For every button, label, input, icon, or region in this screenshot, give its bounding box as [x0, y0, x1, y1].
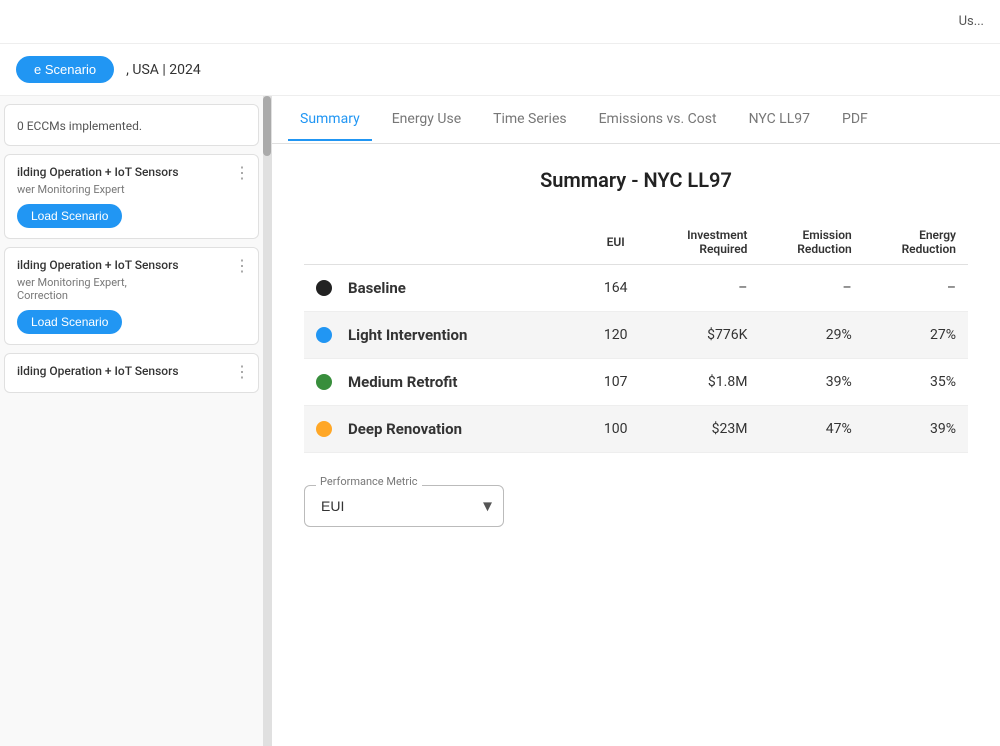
tab-summary[interactable]: Summary	[288, 99, 372, 141]
row-investment-0: –	[647, 265, 759, 312]
section-title: Summary - NYC LL97	[304, 168, 968, 192]
row-name-0: Baseline	[348, 279, 406, 297]
tab-nyc-ll97[interactable]: NYC LL97	[737, 99, 822, 141]
row-dot-2	[316, 374, 332, 390]
col-header-energy-reduction: EnergyReduction	[864, 220, 968, 265]
row-energy-2: 35%	[864, 359, 968, 406]
user-label: Us...	[959, 14, 984, 29]
tab-time-series[interactable]: Time Series	[481, 99, 578, 141]
row-name-2: Medium Retrofit	[348, 373, 458, 391]
row-name-cell: Baseline	[304, 265, 584, 312]
row-dot-1	[316, 327, 332, 343]
scenario-label-3: ilding Operation + IoT Sensors	[17, 364, 246, 378]
menu-dots-icon-1[interactable]: ⋮	[234, 163, 250, 182]
sidebar-card-2: ⋮ ilding Operation + IoT Sensors wer Mon…	[4, 247, 259, 345]
load-scenario-button-2[interactable]: Load Scenario	[17, 310, 122, 334]
col-header-eui: EUI	[584, 220, 647, 265]
performance-metric-select[interactable]: EUIEnergy UseEmissionsCost	[304, 485, 504, 527]
row-energy-0: –	[864, 265, 968, 312]
row-name-cell: Deep Renovation	[304, 406, 584, 453]
table-row: Medium Retrofit 107 $1.8M 39% 35%	[304, 359, 968, 406]
content-area: Summary - NYC LL97 EUI InvestmentRequire…	[272, 144, 1000, 746]
tab-bar: Summary Energy Use Time Series Emissions…	[272, 96, 1000, 144]
col-header-emission-reduction: EmissionReduction	[759, 220, 863, 265]
row-investment-1: $776K	[647, 312, 759, 359]
row-eui-2: 107	[584, 359, 647, 406]
row-emission-3: 47%	[759, 406, 863, 453]
sidebar: 0 ECCMs implemented. ⋮ ilding Operation …	[0, 96, 272, 746]
scenario-label-1: ilding Operation + IoT Sensors	[17, 165, 246, 179]
sidebar-scrollbar[interactable]	[263, 96, 271, 746]
sidebar-card-info: 0 ECCMs implemented.	[4, 104, 259, 146]
sidebar-card-1: ⋮ ilding Operation + IoT Sensors wer Mon…	[4, 154, 259, 239]
table-row: Light Intervention 120 $776K 29% 27%	[304, 312, 968, 359]
row-energy-3: 39%	[864, 406, 968, 453]
col-header-investment: InvestmentRequired	[647, 220, 759, 265]
scenario-button[interactable]: e Scenario	[16, 56, 114, 83]
row-name-cell: Light Intervention	[304, 312, 584, 359]
col-header-name	[304, 220, 584, 265]
scrollbar-thumb[interactable]	[263, 96, 271, 156]
table-row: Baseline 164 – – –	[304, 265, 968, 312]
sidebar-info-text: 0 ECCMs implemented.	[17, 119, 142, 133]
row-dot-0	[316, 280, 332, 296]
location-text: , USA | 2024	[126, 62, 201, 78]
table-row: Deep Renovation 100 $23M 47% 39%	[304, 406, 968, 453]
row-emission-0: –	[759, 265, 863, 312]
row-name-1: Light Intervention	[348, 326, 467, 344]
row-investment-2: $1.8M	[647, 359, 759, 406]
row-name-3: Deep Renovation	[348, 420, 462, 438]
row-eui-0: 164	[584, 265, 647, 312]
menu-dots-icon-3[interactable]: ⋮	[234, 362, 250, 381]
menu-dots-icon-2[interactable]: ⋮	[234, 256, 250, 275]
row-eui-1: 120	[584, 312, 647, 359]
row-eui-3: 100	[584, 406, 647, 453]
tab-emissions-cost[interactable]: Emissions vs. Cost	[587, 99, 729, 141]
summary-table: EUI InvestmentRequired EmissionReduction…	[304, 220, 968, 453]
row-dot-3	[316, 421, 332, 437]
sidebar-card-3: ⋮ ilding Operation + IoT Sensors	[4, 353, 259, 393]
row-name-cell: Medium Retrofit	[304, 359, 584, 406]
scenario-label-2: ilding Operation + IoT Sensors	[17, 258, 246, 272]
top-bar: Us...	[0, 0, 1000, 44]
scenario-sub-1: wer Monitoring Expert	[17, 183, 246, 196]
tab-energy-use[interactable]: Energy Use	[380, 99, 473, 141]
row-emission-1: 29%	[759, 312, 863, 359]
row-investment-3: $23M	[647, 406, 759, 453]
load-scenario-button-1[interactable]: Load Scenario	[17, 204, 122, 228]
dropdown-label: Performance Metric	[316, 475, 422, 488]
row-emission-2: 39%	[759, 359, 863, 406]
performance-metric-dropdown-wrapper: Performance Metric EUIEnergy UseEmission…	[304, 485, 504, 527]
main-content: Summary Energy Use Time Series Emissions…	[272, 96, 1000, 746]
scenario-sub-2: wer Monitoring Expert,Correction	[17, 276, 246, 302]
row-energy-1: 27%	[864, 312, 968, 359]
location-bar: e Scenario , USA | 2024	[0, 44, 1000, 96]
tab-pdf[interactable]: PDF	[830, 99, 880, 141]
